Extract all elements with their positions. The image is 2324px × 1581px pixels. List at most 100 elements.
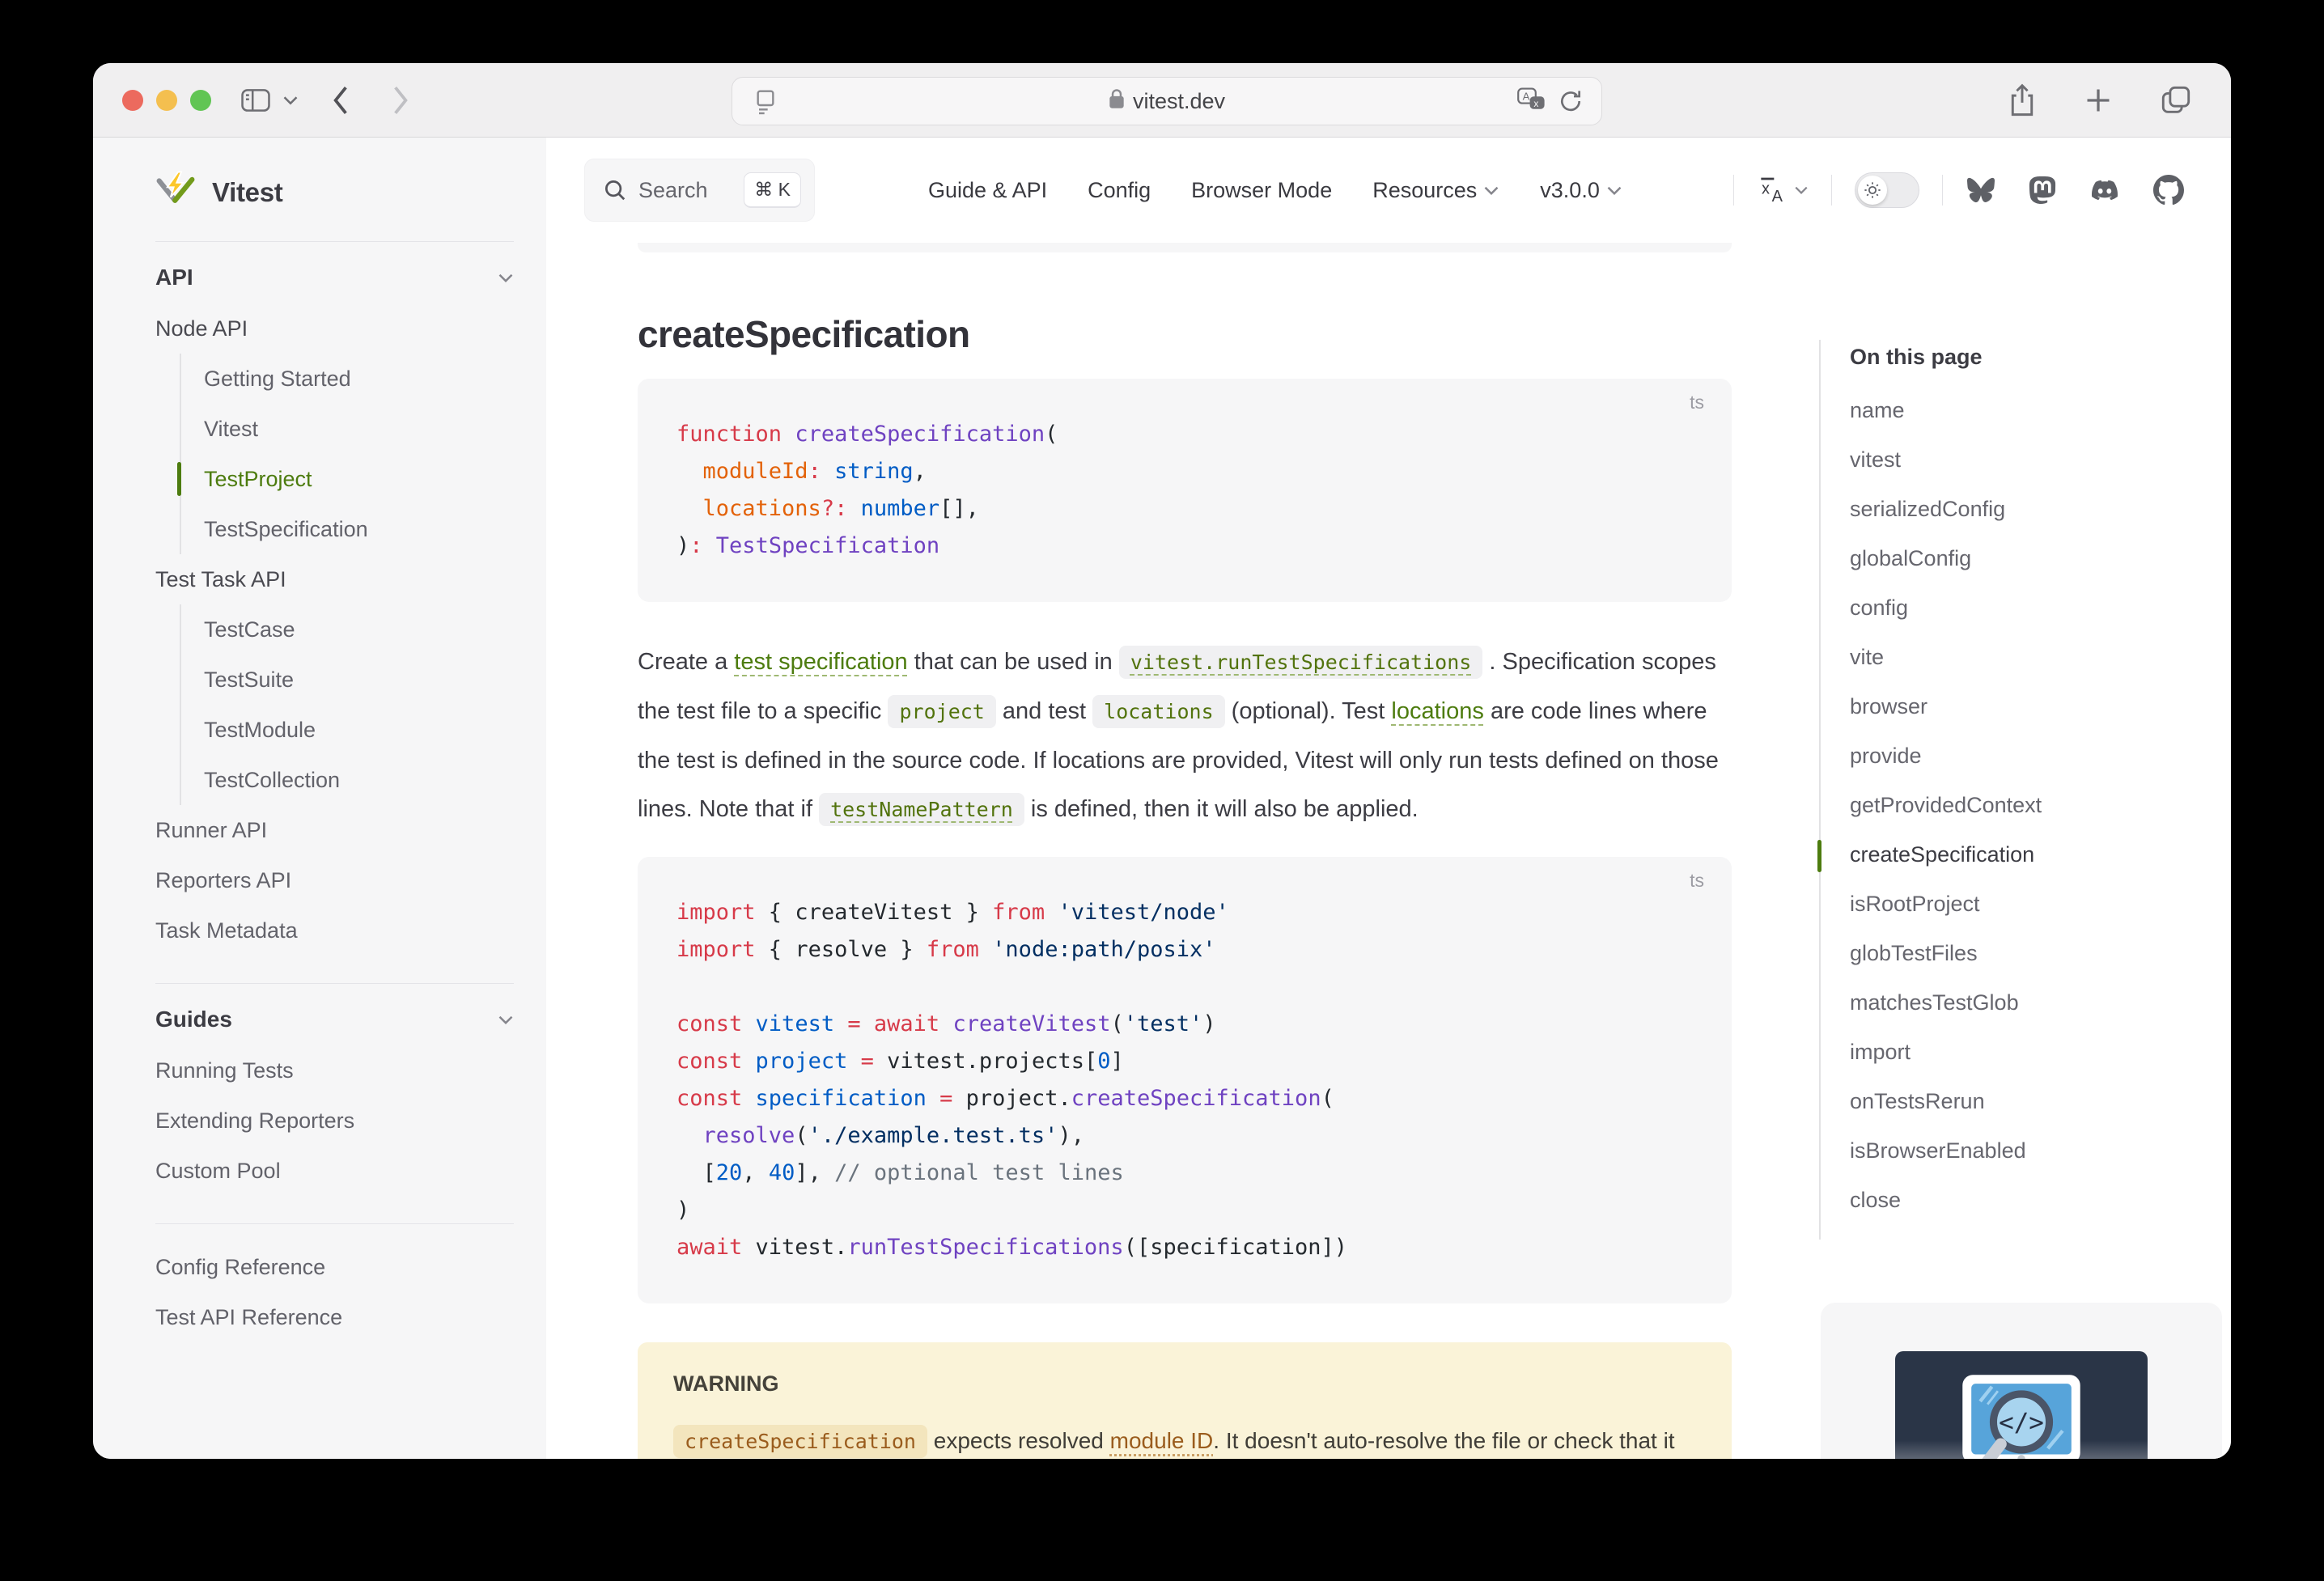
bluesky-icon[interactable] <box>1966 176 1996 204</box>
outline-item-ontestsrerun[interactable]: onTestsRerun <box>1850 1077 2207 1126</box>
code-content: import { createVitest } from 'vitest/nod… <box>676 894 1693 1266</box>
outline-item-name[interactable]: name <box>1850 386 2207 435</box>
outline-item-createspecification[interactable]: createSpecification <box>1850 830 2207 880</box>
nav-separator <box>1831 175 1832 206</box>
reload-icon[interactable] <box>1558 87 1584 119</box>
reader-icon[interactable] <box>753 89 778 119</box>
sidebar-item-testsuite[interactable]: TestSuite <box>204 655 514 705</box>
browser-titlebar: vitest.dev A x <box>93 63 2231 138</box>
theme-toggle[interactable] <box>1855 172 1919 208</box>
traffic-lights <box>122 90 211 111</box>
share-icon[interactable] <box>2008 83 2037 118</box>
site-logo[interactable]: Vitest <box>155 168 514 217</box>
sponsor-card[interactable]: </> <box>1821 1303 2222 1459</box>
sidebar-item-reporters-api[interactable]: Reporters API <box>155 855 514 905</box>
chevron-down-icon <box>498 1015 514 1025</box>
sidebar-item-running-tests[interactable]: Running Tests <box>155 1045 514 1096</box>
sidebar-item-test-api-reference[interactable]: Test API Reference <box>155 1292 514 1342</box>
search-input[interactable]: Search ⌘ K <box>584 159 815 222</box>
inline-code: locations <box>1092 695 1224 728</box>
sidebar-nav: APINode APIGetting StartedVitestTestProj… <box>155 252 514 1342</box>
sidebar-subgroup: Getting StartedVitestTestProjectTestSpec… <box>180 354 514 554</box>
outline-item-isbrowserenabled[interactable]: isBrowserEnabled <box>1850 1126 2207 1176</box>
nav-link-label: Config <box>1088 178 1151 203</box>
outline-item-getprovidedcontext[interactable]: getProvidedContext <box>1850 781 2207 830</box>
sidebar-item-test-task-api[interactable]: Test Task API <box>155 554 514 604</box>
forward-button[interactable] <box>391 85 410 116</box>
outline-item-browser[interactable]: browser <box>1850 682 2207 731</box>
warning-body: createSpecification expects resolved mod… <box>673 1416 1696 1459</box>
sidebar-item-task-metadata[interactable]: Task Metadata <box>155 905 514 956</box>
outline-item-globalconfig[interactable]: globalConfig <box>1850 534 2207 583</box>
sidebar-item-config-reference[interactable]: Config Reference <box>155 1242 514 1292</box>
svg-text:A: A <box>1772 188 1783 205</box>
tab-overview-icon[interactable] <box>2160 83 2192 118</box>
sidebar-item-testmodule[interactable]: TestModule <box>204 705 514 755</box>
sidebar-item-runner-api[interactable]: Runner API <box>155 805 514 855</box>
sidebar-item-testproject[interactable]: TestProject <box>204 454 514 504</box>
outline-item-provide[interactable]: provide <box>1850 731 2207 781</box>
svg-text:x: x <box>1762 180 1770 198</box>
close-window-button[interactable] <box>122 90 143 111</box>
sidebar-item-testcase[interactable]: TestCase <box>204 604 514 655</box>
sidebar-item-testspecification[interactable]: TestSpecification <box>204 504 514 554</box>
sidebar-section-guides[interactable]: Guides <box>155 994 514 1045</box>
zoom-window-button[interactable] <box>190 90 211 111</box>
svg-text:x: x <box>1533 98 1538 109</box>
nav-link-guide-api[interactable]: Guide & API <box>928 178 1047 203</box>
nav-link-config[interactable]: Config <box>1088 178 1151 203</box>
inline-link-locations[interactable]: locations <box>1391 698 1483 724</box>
outline-item-vite[interactable]: vite <box>1850 633 2207 682</box>
page-title: createSpecification <box>638 312 1732 356</box>
mastodon-icon[interactable] <box>2029 176 2056 205</box>
outline-item-vitest[interactable]: vitest <box>1850 435 2207 485</box>
nav-link-label: Resources <box>1372 178 1477 203</box>
warning-title: WARNING <box>673 1371 1696 1397</box>
inline-link-test-specification[interactable]: test specification <box>734 649 907 675</box>
sidebar-subgroup: TestCaseTestSuiteTestModuleTestCollectio… <box>180 604 514 805</box>
inline-code-link-vitest-runtestspecifications[interactable]: vitest.runTestSpecifications <box>1119 646 1482 679</box>
lock-icon <box>1109 88 1125 115</box>
outline-item-config[interactable]: config <box>1850 583 2207 633</box>
sidebar-toggle-icon[interactable] <box>240 87 271 114</box>
translate-icon[interactable]: A x <box>1517 87 1546 119</box>
inline-code-link-testnamepattern[interactable]: testNamePattern <box>819 793 1024 826</box>
nav-link-browser-mode[interactable]: Browser Mode <box>1191 178 1332 203</box>
outline-title: On this page <box>1850 345 2207 370</box>
github-icon[interactable] <box>2153 175 2184 206</box>
inline-link-module-id[interactable]: module ID <box>1110 1428 1214 1453</box>
sidebar-item-extending-reporters[interactable]: Extending Reporters <box>155 1096 514 1146</box>
sidebar-item-node-api[interactable]: Node API <box>155 303 514 354</box>
discord-icon[interactable] <box>2089 177 2121 203</box>
outline-item-serializedconfig[interactable]: serializedConfig <box>1850 485 2207 534</box>
language-menu[interactable]: x A <box>1757 176 1809 205</box>
sidebar-section-api[interactable]: API <box>155 252 514 303</box>
outline-item-isrootproject[interactable]: isRootProject <box>1850 880 2207 929</box>
nav-links: Guide & API Config Browser Mode Resources v3… <box>928 178 1622 203</box>
nav-link-resources[interactable]: Resources <box>1372 178 1499 203</box>
chevron-down-icon <box>1606 185 1622 196</box>
sidebar-item-testcollection[interactable]: TestCollection <box>204 755 514 805</box>
url-bar[interactable]: vitest.dev A x <box>732 77 1602 125</box>
sidebar-chevron-icon[interactable] <box>282 95 299 106</box>
example-code-block: ts import { createVitest } from 'vitest/… <box>638 857 1732 1303</box>
outline-item-close[interactable]: close <box>1850 1176 2207 1225</box>
code-content: function createSpecification( moduleId: … <box>676 416 1693 565</box>
nav-link-label: Browser Mode <box>1191 178 1332 203</box>
minimize-window-button[interactable] <box>156 90 177 111</box>
text: and test <box>996 698 1092 724</box>
text: Create a <box>638 649 734 675</box>
code-lang-badge: ts <box>1690 870 1704 892</box>
back-button[interactable] <box>331 85 350 116</box>
outline-item-matchestestglob[interactable]: matchesTestGlob <box>1850 978 2207 1028</box>
outline-item-import[interactable]: import <box>1850 1028 2207 1077</box>
sidebar-item-custom-pool[interactable]: Custom Pool <box>155 1146 514 1196</box>
sidebar-item-vitest[interactable]: Vitest <box>204 404 514 454</box>
outline-item-globtestfiles[interactable]: globTestFiles <box>1850 929 2207 978</box>
new-tab-icon[interactable] <box>2084 83 2113 118</box>
search-placeholder: Search <box>638 178 708 203</box>
sponsor-thumbnail: </> <box>1895 1351 2148 1459</box>
sidebar-item-getting-started[interactable]: Getting Started <box>204 354 514 404</box>
outline-list: namevitestserializedConfigglobalConfigco… <box>1850 386 2207 1225</box>
nav-link-v3-0-0[interactable]: v3.0.0 <box>1540 178 1622 203</box>
